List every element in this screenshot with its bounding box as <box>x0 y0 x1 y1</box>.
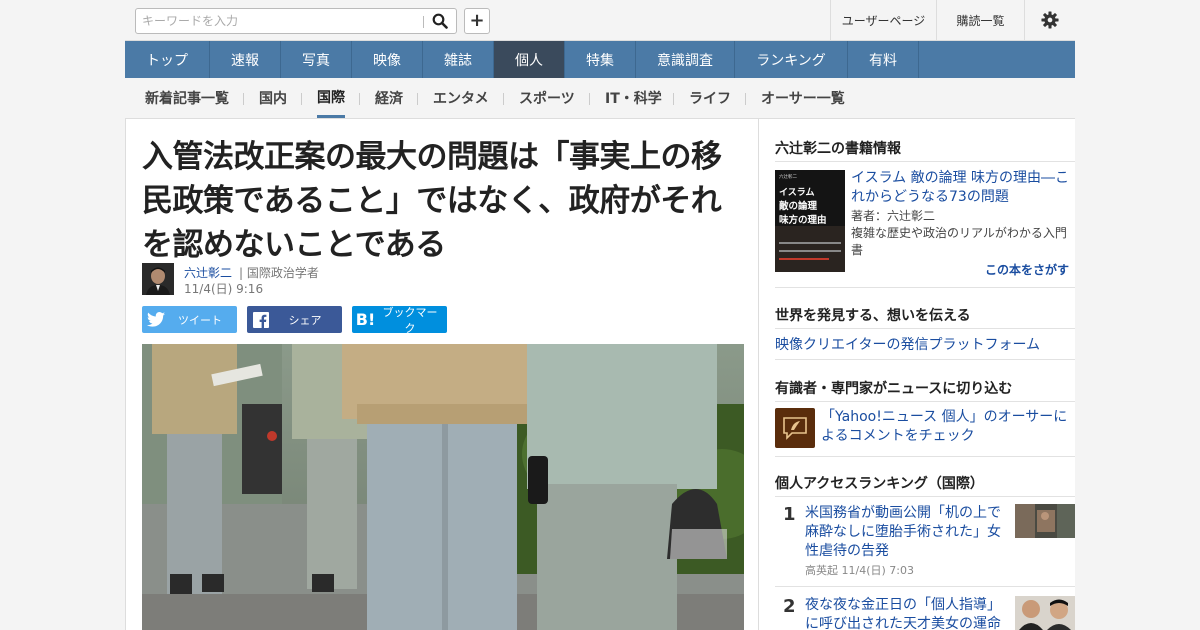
divider <box>775 456 1075 457</box>
ranking-heading: 個人アクセスランキング（国際） <box>775 476 984 492</box>
author-title: | 国際政治学者 <box>239 266 319 280</box>
top-bar: + ユーザーページ 購読一覧 <box>125 0 1075 41</box>
subnav-divider <box>243 93 244 105</box>
sub-nav: 新着記事一覧 国内 国際 経済 エンタメ スポーツ IT・科学 ライフ オーサー… <box>125 78 1075 118</box>
speech-bubble-icon <box>783 417 807 440</box>
svg-text:敵の論理: 敵の論理 <box>779 200 818 212</box>
nav-individual[interactable]: 個人 <box>494 41 565 78</box>
subnav-divider <box>745 93 746 105</box>
author-portrait <box>142 263 174 295</box>
creator-platform-link[interactable]: 映像クリエイターの発信プラットフォーム <box>775 334 1040 354</box>
facebook-share-label: シェア <box>288 313 322 327</box>
subnav-sports[interactable]: スポーツ <box>519 78 575 118</box>
divider <box>775 496 1075 497</box>
tweet-label: ツイート <box>178 313 222 327</box>
book-title-link[interactable]: イスラム 敵の論理 味方の理由―これからどうなる73の問題 <box>851 169 1071 207</box>
subnav-domestic[interactable]: 国内 <box>259 78 287 118</box>
rank-number: 2 <box>783 596 796 617</box>
nav-feature[interactable]: 特集 <box>565 41 636 78</box>
nav-survey[interactable]: 意識調査 <box>636 41 735 78</box>
search-input[interactable] <box>136 9 424 33</box>
main-nav: トップ 速報 写真 映像 雑誌 個人 特集 意識調査 ランキング 有料 <box>125 41 1075 78</box>
nav-top[interactable]: トップ <box>125 41 210 78</box>
ranking-item-meta: 高英起 11/4(日) 7:03 <box>805 564 914 577</box>
subnav-authors[interactable]: オーサー一覧 <box>761 78 845 118</box>
nav-paid[interactable]: 有料 <box>848 41 919 78</box>
subnav-divider <box>503 93 504 105</box>
hatena-icon: B! <box>355 310 376 329</box>
nav-breaking[interactable]: 速報 <box>210 41 281 78</box>
subnav-entertainment[interactable]: エンタメ <box>433 78 489 118</box>
subnav-divider <box>301 93 302 105</box>
expert-comment-link[interactable]: 「Yahoo!ニュース 個人」のオーサーによるコメントをチェック <box>821 408 1071 446</box>
tweet-button[interactable]: ツイート <box>142 306 237 333</box>
article-date: 11/4(日) 9:16 <box>184 282 264 296</box>
divider <box>775 328 1075 329</box>
twitter-icon <box>142 312 169 327</box>
divider <box>775 161 1075 162</box>
subscriptions-link[interactable]: 購読一覧 <box>936 0 1024 40</box>
ranking-item-title[interactable]: 夜な夜な金正日の「個人指導」に呼び出された天才美女の運命 <box>805 596 1009 630</box>
ranking-thumbnail[interactable] <box>1015 596 1075 630</box>
subnav-economy[interactable]: 経済 <box>375 78 403 118</box>
settings-button[interactable] <box>1024 0 1075 40</box>
book-description: 複雑な歴史や政治のリアルがわかる入門書 <box>851 226 1067 257</box>
nav-video[interactable]: 映像 <box>352 41 423 78</box>
subnav-life[interactable]: ライフ <box>689 78 731 118</box>
author-name-link[interactable]: 六辻彰二 <box>184 264 232 281</box>
search-icon <box>432 13 448 29</box>
subnav-it-science[interactable]: IT・科学 <box>605 78 662 118</box>
subnav-divider <box>417 93 418 105</box>
ranking-item-title[interactable]: 米国務省が動画公開「机の上で麻酔なしに堕胎手術された」女性虐待の告発 <box>805 504 1009 561</box>
author-avatar[interactable] <box>142 263 174 295</box>
divider <box>775 586 1075 587</box>
sidebar: 六辻彰二の書籍情報 六辻彰二 イスラム 敵の論理 味方の理由 イスラム 敵の論理… <box>759 118 1075 630</box>
facebook-share-button[interactable]: シェア <box>247 306 342 333</box>
divider <box>775 287 1075 288</box>
nav-magazine[interactable]: 雑誌 <box>423 41 494 78</box>
rank-number: 1 <box>783 504 796 525</box>
creator-heading: 世界を発見する、想いを伝える <box>775 308 971 324</box>
nav-photo[interactable]: 写真 <box>281 41 352 78</box>
article-photo <box>142 344 744 630</box>
hatena-bookmark-button[interactable]: B! ブックマーク <box>352 305 447 335</box>
svg-text:味方の理由: 味方の理由 <box>779 214 827 226</box>
books-heading: 六辻彰二の書籍情報 <box>775 141 901 157</box>
divider <box>775 401 1075 402</box>
svg-text:六辻彰二: 六辻彰二 <box>779 173 797 180</box>
article-panel: 入管法改正案の最大の問題は「事実上の移民政策であること」ではなく、政府がそれを認… <box>125 118 759 630</box>
svg-text:イスラム: イスラム <box>779 187 814 198</box>
subnav-divider <box>589 93 590 105</box>
subnav-divider <box>673 93 674 105</box>
facebook-icon <box>247 311 274 328</box>
book-cover[interactable]: 六辻彰二 イスラム 敵の論理 味方の理由 <box>775 170 845 272</box>
search-box[interactable] <box>135 8 457 34</box>
book-author: 著者：六辻彰二 <box>851 209 936 223</box>
expert-heading: 有識者・専門家がニュースに切り込む <box>775 381 1013 397</box>
hatena-bookmark-label: ブックマーク <box>382 305 438 335</box>
subnav-international[interactable]: 国際 <box>317 78 345 118</box>
ranking-thumbnail[interactable] <box>1015 504 1075 538</box>
expert-comment-icon[interactable] <box>775 408 815 448</box>
plus-icon: + <box>469 10 485 31</box>
subnav-divider <box>359 93 360 105</box>
nav-ranking[interactable]: ランキング <box>735 41 848 78</box>
search-button[interactable] <box>424 9 456 33</box>
article-title: 入管法改正案の最大の問題は「事実上の移民政策であること」ではなく、政府がそれを認… <box>142 139 722 263</box>
divider <box>775 359 1075 360</box>
subnav-new-articles[interactable]: 新着記事一覧 <box>145 78 229 118</box>
add-button[interactable]: + <box>464 8 490 34</box>
find-book-link[interactable]: この本をさがす <box>985 261 1069 278</box>
gear-icon <box>1041 11 1059 29</box>
user-page-link[interactable]: ユーザーページ <box>830 0 936 40</box>
